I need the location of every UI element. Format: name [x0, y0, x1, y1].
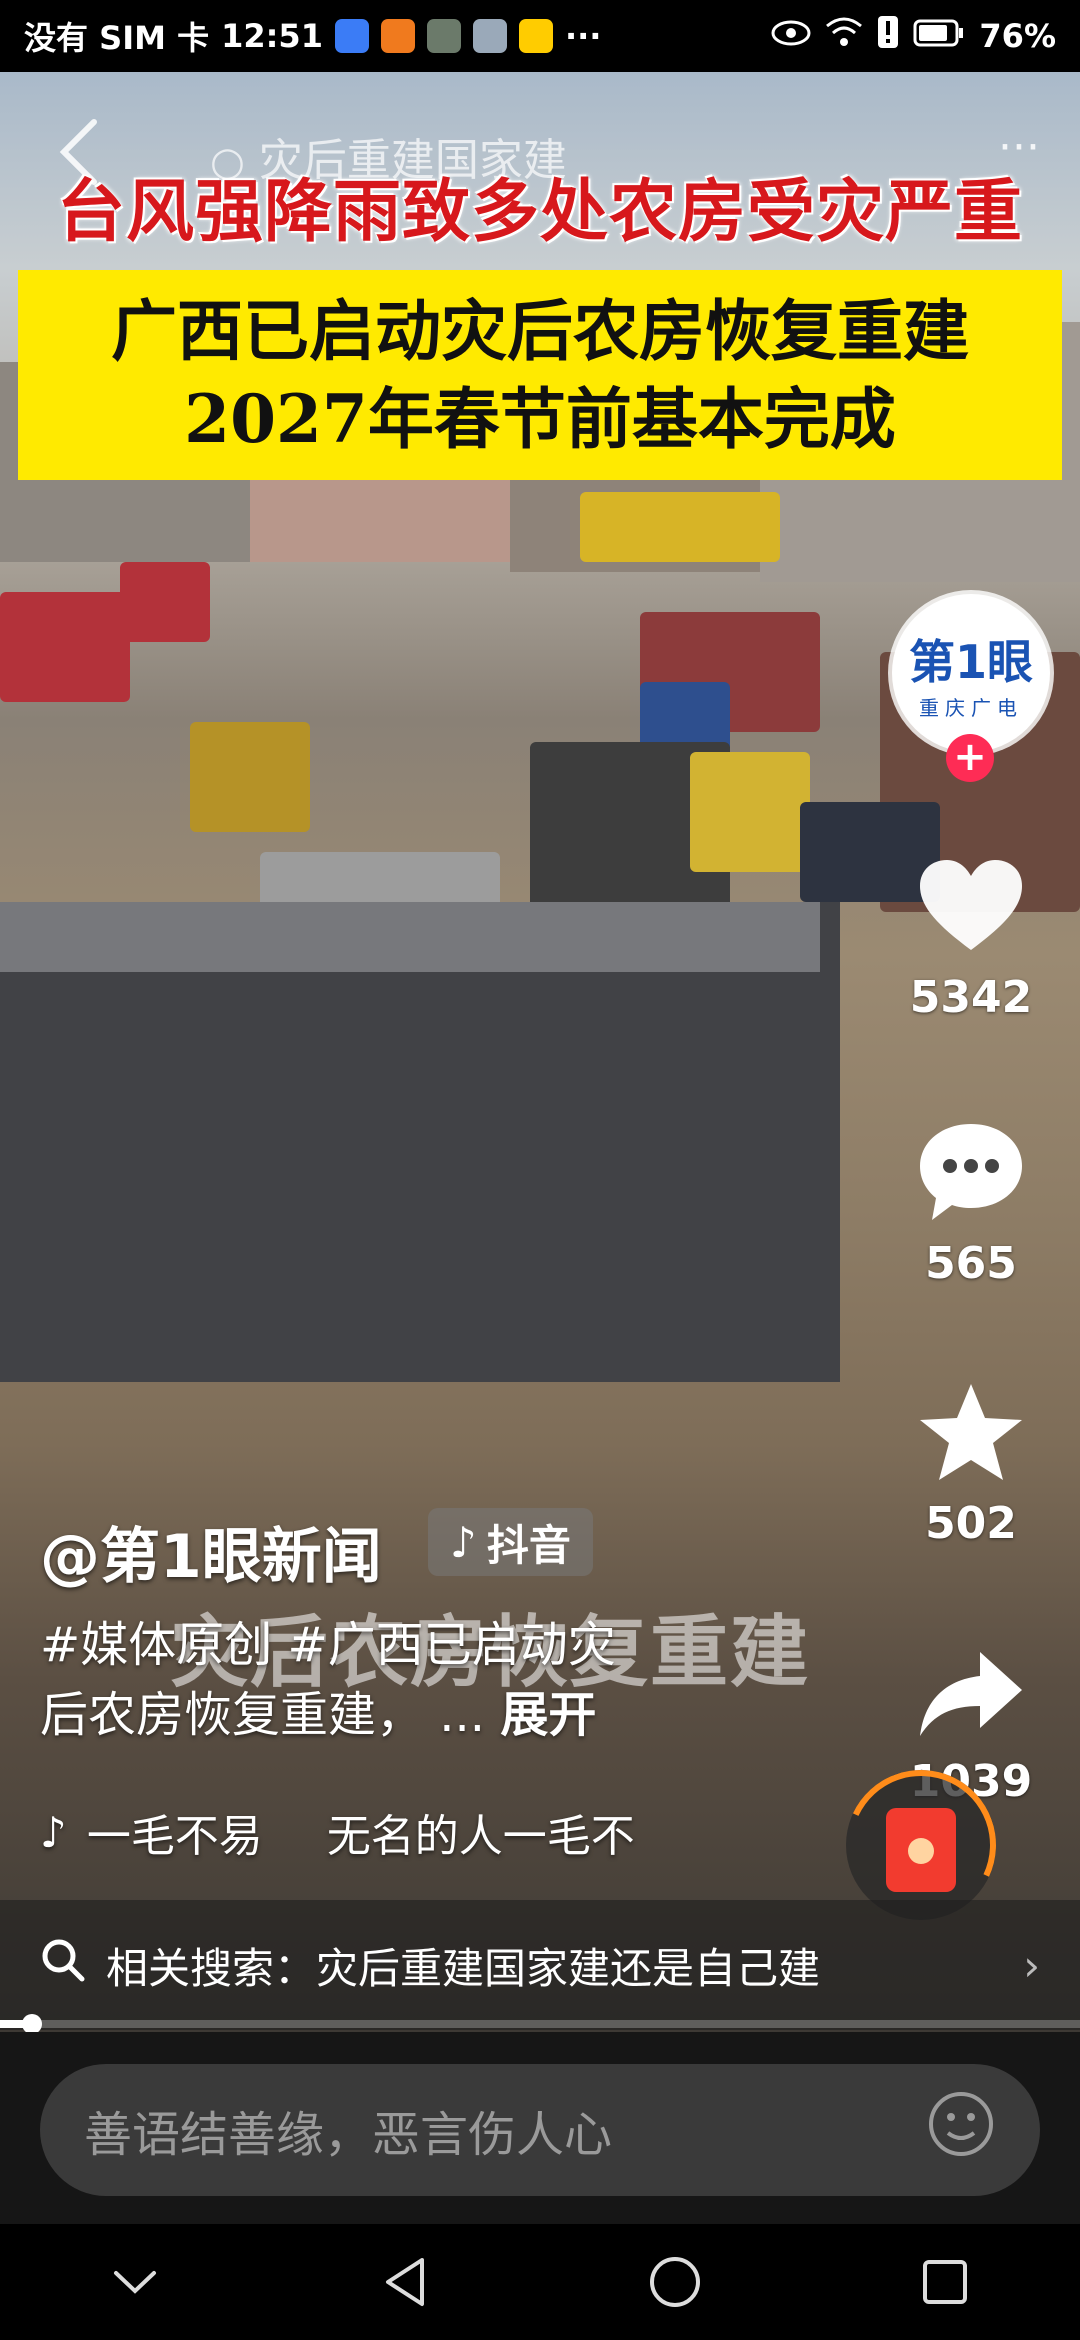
carrier-label: 没有 SIM 卡: [24, 19, 210, 57]
comment-button[interactable]: 565: [900, 1120, 1042, 1289]
meituan-app-icon: [518, 19, 553, 53]
star-icon: [916, 1384, 1026, 1488]
red-envelope-icon: [886, 1808, 956, 1892]
more-notifications: ···: [564, 17, 602, 55]
battery-percent: 76%: [979, 17, 1056, 55]
subheadline-line2: 2027年春节前基本完成: [184, 380, 896, 458]
description-line2: 后农房恢复重建，: [40, 1687, 425, 1743]
subheadline-line1: 广西已启动灾后农房恢复重建: [111, 292, 969, 370]
nav-back-icon[interactable]: [365, 2242, 445, 2322]
status-bar: 没有 SIM 卡 12:51 ··· 76%: [0, 0, 1080, 72]
system-nav-bar: [0, 2224, 1080, 2340]
related-search-bar[interactable]: 相关搜索：灾后重建国家建还是自己建 ›: [0, 1900, 1080, 2030]
alert-icon: [877, 15, 899, 57]
related-search-label: 相关搜索：灾后重建国家建还是自己建: [106, 1943, 821, 1993]
battery-icon: [913, 17, 965, 55]
orange-app-icon: [380, 19, 415, 53]
comment-input[interactable]: 善语结善缘，恶言伤人心: [40, 2064, 1040, 2196]
gallery-app-icon: [426, 19, 461, 53]
emoji-icon[interactable]: [926, 2089, 996, 2171]
like-button[interactable]: 5342: [900, 858, 1042, 1023]
music-info[interactable]: ♪ 一毛不易 无名的人一毛不: [40, 1800, 635, 1864]
share-arrow-icon: [916, 1652, 1026, 1746]
comment-placeholder: 善语结善缘，恶言伤人心: [84, 2107, 613, 2163]
comment-input-area: 善语结善缘，恶言伤人心: [0, 2032, 1080, 2224]
expand-link[interactable]: 展开: [500, 1687, 596, 1743]
avatar-logo-sub: 重庆广电: [919, 695, 1023, 720]
favorite-count: 502: [925, 1498, 1017, 1549]
contact-app-icon: [472, 19, 507, 53]
author-name[interactable]: @第1眼新闻: [40, 1508, 382, 1595]
music-title: 一毛不易: [86, 1811, 263, 1862]
red-packet-widget[interactable]: [824, 1748, 1018, 1942]
playback-progress-bar[interactable]: [0, 2014, 1080, 2034]
nav-recents-icon[interactable]: [905, 2242, 985, 2322]
comment-count: 565: [925, 1238, 1017, 1289]
heart-icon: [916, 860, 1026, 962]
search-icon: [40, 1937, 86, 1993]
chevron-right-icon: ›: [1023, 1940, 1040, 1990]
comment-bubble-icon: [916, 1124, 1026, 1228]
post-description: #媒体原创 #广西已启动灾 后农房恢复重建， ... 展开: [40, 1610, 740, 1750]
description-line1: #媒体原创 #广西已启动灾: [40, 1617, 616, 1673]
music-subtitle: 无名的人一毛不: [326, 1811, 635, 1862]
creator-avatar[interactable]: 第1眼 重庆广电: [892, 594, 1050, 752]
nav-home-icon[interactable]: [635, 2242, 715, 2322]
wifi-icon: [825, 16, 863, 56]
platform-tag[interactable]: ♪ 抖音: [428, 1508, 593, 1576]
description-ellipsis: ...: [439, 1687, 486, 1743]
eye-icon: [771, 17, 811, 55]
douyin-note-icon: ♪: [450, 1517, 477, 1567]
video-subheadline-banner: 广西已启动灾后农房恢复重建 2027年春节前基本完成: [18, 270, 1062, 480]
favorite-button[interactable]: 502: [900, 1380, 1042, 1549]
like-count: 5342: [909, 972, 1033, 1023]
avatar-logo-text: 第1眼: [908, 634, 1033, 689]
clock: 12:51: [221, 17, 323, 55]
video-headline: 台风强降雨致多处农房受灾严重: [56, 172, 1023, 252]
shield-app-icon: [334, 19, 369, 53]
follow-button[interactable]: +: [946, 734, 994, 782]
nav-collapse-icon[interactable]: [95, 2242, 175, 2322]
music-note-icon: ♪: [40, 1807, 67, 1857]
